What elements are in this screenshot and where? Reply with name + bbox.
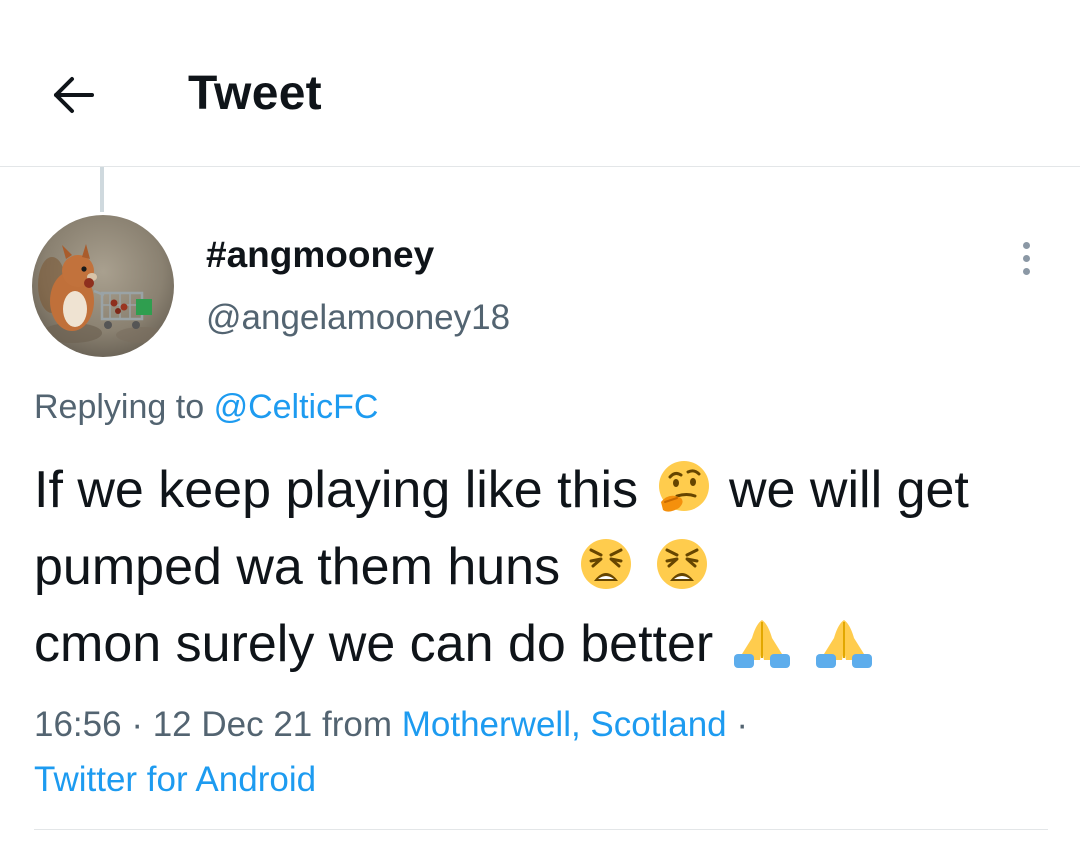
thinking-face-emoji [655, 458, 713, 516]
avatar[interactable] [32, 215, 174, 357]
arrow-left-icon [50, 75, 96, 120]
location-link[interactable]: Motherwell, Scotland [402, 705, 727, 744]
tweet-text: If we keep playing like this we will get… [34, 452, 1034, 683]
replying-to-line: Replying to @CelticFC [34, 388, 378, 427]
tweet-text-part-1: If we keep playing like this [34, 461, 639, 519]
top-bar: Tweet [0, 0, 1080, 167]
page-title: Tweet [188, 67, 322, 120]
weary-face-emoji [653, 535, 711, 593]
replying-to-mention-link[interactable]: @CelticFC [214, 388, 379, 426]
tweet-page: Tweet #angmooney @angelamooney18 Replyin… [0, 0, 1080, 851]
source-app-link[interactable]: Twitter for Android [34, 760, 316, 799]
folded-hands-emoji [730, 612, 794, 670]
replying-to-label: Replying to [34, 388, 205, 426]
thread-connector-line [100, 167, 104, 212]
back-button[interactable] [40, 64, 106, 130]
from-label: from [322, 705, 393, 744]
weary-face-emoji [577, 535, 635, 593]
tweet-text-part-3: cmon surely we can do better [34, 615, 714, 673]
author-display-name[interactable]: #angmooney [206, 234, 434, 276]
author-handle[interactable]: @angelamooney18 [206, 298, 510, 338]
folded-hands-emoji [812, 612, 876, 670]
more-options-button[interactable] [1006, 236, 1046, 280]
tweet-metadata: 16:56 · 12 Dec 21 from Motherwell, Scotl… [34, 705, 749, 799]
divider [34, 829, 1048, 830]
tweet-date[interactable]: 12 Dec 21 [153, 705, 313, 744]
more-vertical-icon [1022, 241, 1030, 249]
tweet-time[interactable]: 16:56 [34, 705, 122, 744]
